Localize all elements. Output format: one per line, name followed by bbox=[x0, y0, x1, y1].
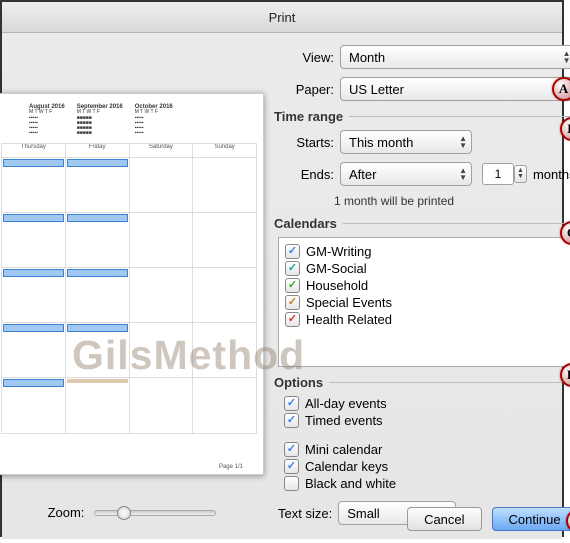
zoom-slider[interactable] bbox=[94, 510, 216, 516]
months-count[interactable]: 1 bbox=[482, 163, 514, 185]
cancel-button[interactable]: Cancel bbox=[407, 507, 481, 531]
allday-checkbox[interactable] bbox=[284, 396, 299, 411]
time-range-note: 1 month will be printed bbox=[334, 194, 570, 208]
checkbox[interactable] bbox=[285, 295, 300, 310]
checkbox[interactable] bbox=[285, 278, 300, 293]
window-title: Print bbox=[2, 2, 562, 33]
print-preview: August 2016M T W T F▪▪▪▪▪▪▪▪▪▪▪▪▪▪▪▪▪▪▪▪… bbox=[0, 93, 264, 475]
mini-checkbox[interactable] bbox=[284, 442, 299, 457]
paper-label: Paper: bbox=[274, 82, 334, 97]
keys-checkbox[interactable] bbox=[284, 459, 299, 474]
time-range-section: Time range bbox=[274, 109, 343, 124]
checkbox[interactable] bbox=[285, 261, 300, 276]
ends-label: Ends: bbox=[274, 167, 334, 182]
dropdown-arrows-icon: ▲▼ bbox=[459, 135, 467, 149]
checkbox[interactable] bbox=[285, 312, 300, 327]
paper-select[interactable]: US Letter ▲▼ bbox=[340, 77, 570, 101]
ends-select[interactable]: After ▲▼ bbox=[340, 162, 472, 186]
bw-checkbox[interactable] bbox=[284, 476, 299, 491]
stepper-arrows-icon[interactable]: ▲▼ bbox=[514, 165, 527, 183]
timed-checkbox[interactable] bbox=[284, 413, 299, 428]
view-select[interactable]: Month ▲▼ bbox=[340, 45, 570, 69]
zoom-label: Zoom: bbox=[48, 505, 85, 520]
months-unit: months bbox=[533, 167, 570, 182]
view-label: View: bbox=[274, 50, 334, 65]
starts-label: Starts: bbox=[274, 135, 334, 150]
calendars-section: Calendars bbox=[274, 216, 337, 231]
continue-button[interactable]: Continue bbox=[492, 507, 570, 531]
checkbox[interactable] bbox=[285, 244, 300, 259]
dropdown-arrows-icon: ▲▼ bbox=[459, 167, 467, 181]
starts-select[interactable]: This month ▲▼ bbox=[340, 130, 472, 154]
textsize-label: Text size: bbox=[278, 506, 332, 521]
calendars-list[interactable]: GM-Writing GM-Social Household Special E… bbox=[278, 237, 570, 367]
dropdown-arrows-icon: ▲▼ bbox=[563, 50, 570, 64]
options-section: Options bbox=[274, 375, 323, 390]
